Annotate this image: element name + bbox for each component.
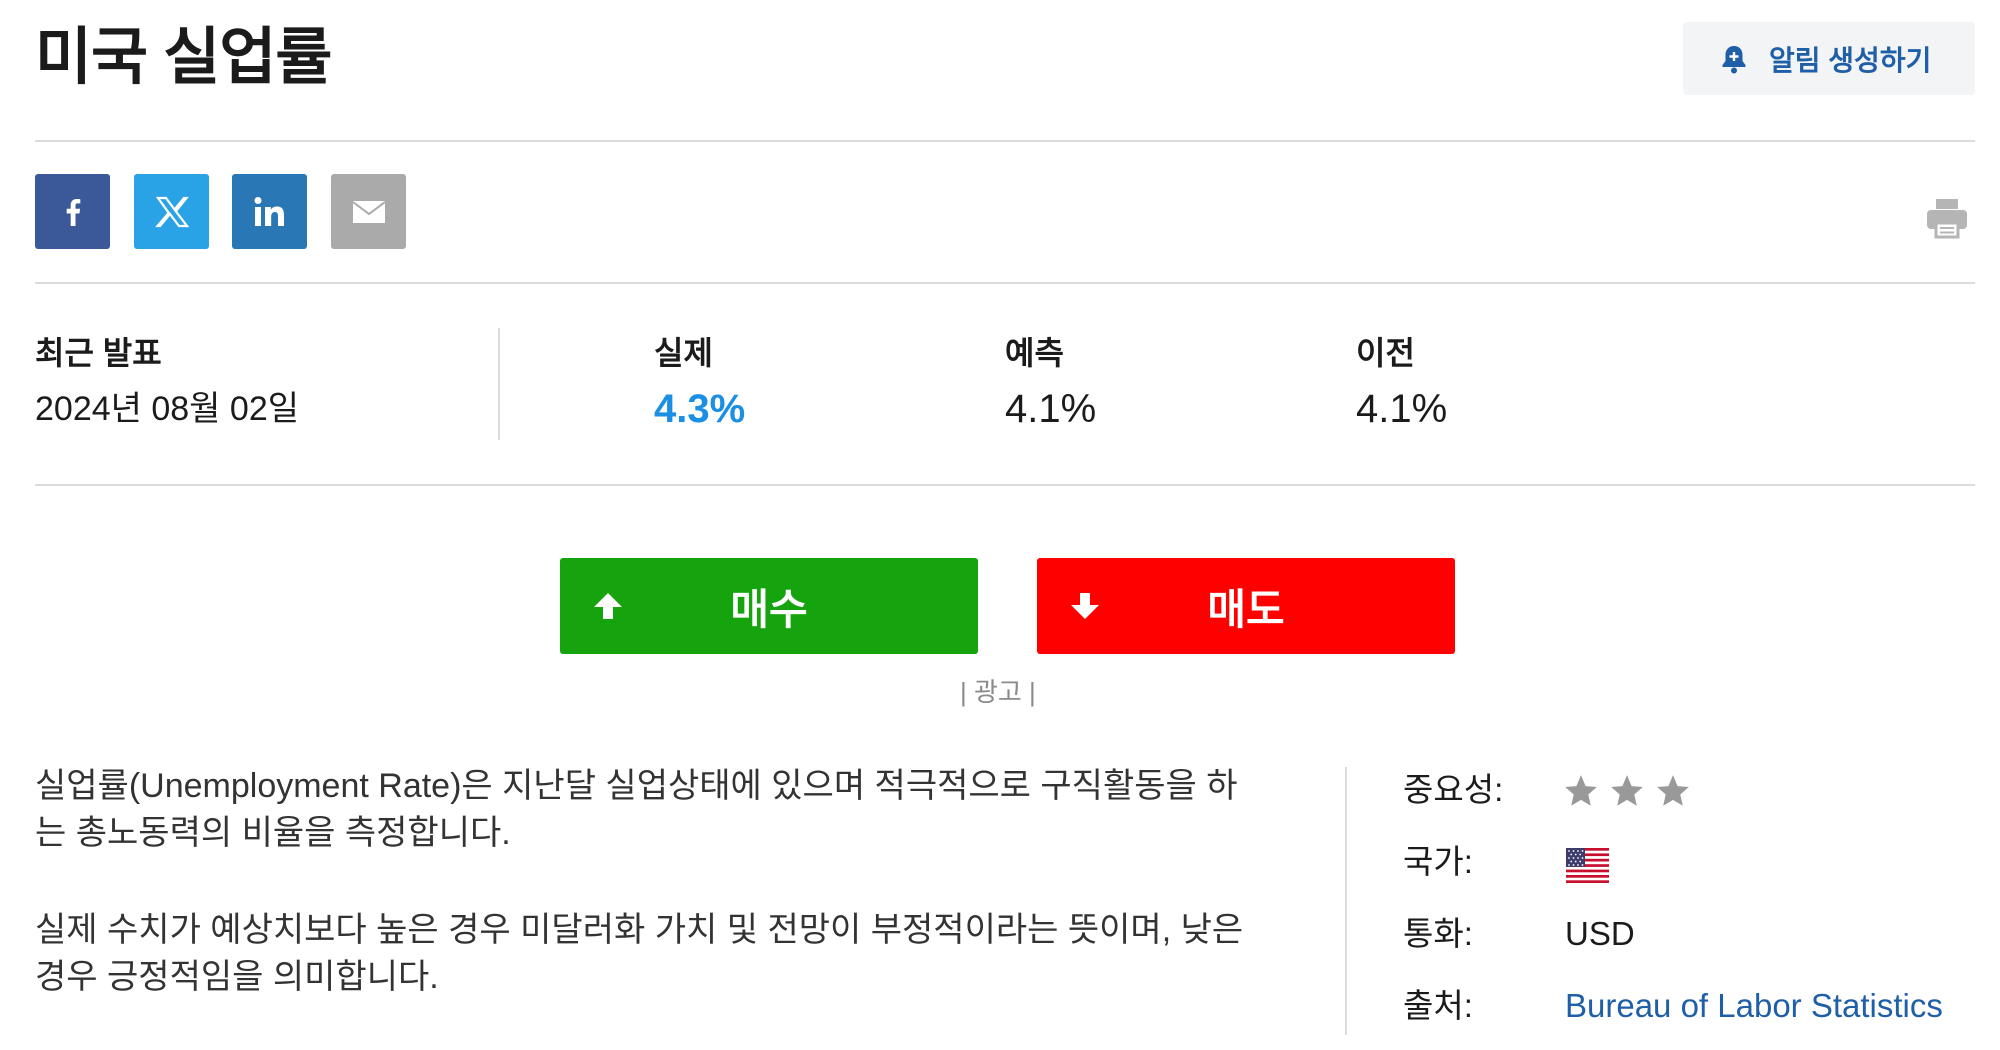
email-icon (351, 200, 386, 223)
metric-value: 4.1% (1356, 387, 1448, 431)
divider (35, 484, 1975, 486)
us-flag-icon (1566, 848, 1609, 883)
create-alert-label: 알림 생성하기 (1769, 44, 1932, 76)
metric-label: 예측 (1005, 335, 1064, 371)
metric-actual: 실제 4.3% (654, 333, 745, 433)
x-share-button[interactable] (134, 174, 209, 249)
vertical-divider (498, 328, 500, 440)
facebook-share-button[interactable] (35, 174, 110, 249)
divider (35, 282, 1975, 284)
vertical-divider (1345, 767, 1347, 1035)
latest-release-label: 최근 발표 (35, 335, 162, 371)
metric-previous: 이전 4.1% (1356, 333, 1447, 433)
page-title: 미국 실업률 (35, 23, 332, 92)
linkedin-share-button[interactable] (232, 174, 307, 249)
metric-label: 이전 (1356, 335, 1415, 371)
metric-value: 4.3% (654, 387, 746, 431)
create-alert-button[interactable]: 알림 생성하기 (1683, 22, 1975, 95)
star-icon (1657, 775, 1689, 806)
description: 실업률(Unemployment Rate)은 지난달 실업상태에 있으며 적극… (35, 763, 1265, 1001)
printer-icon[interactable] (1925, 196, 1969, 240)
star-icon (1611, 775, 1643, 806)
country-label: 국가: (1403, 843, 1473, 880)
metric-value: 4.1% (1005, 387, 1097, 431)
linkedin-icon (254, 196, 284, 226)
importance-stars (1562, 772, 1692, 810)
email-share-button[interactable] (331, 174, 406, 249)
facebook-icon (66, 198, 80, 226)
source-link[interactable]: Bureau of Labor Statistics (1565, 984, 1943, 1028)
currency-label: 통화: (1403, 915, 1473, 952)
star-icon (1565, 775, 1597, 806)
metric-forecast: 예측 4.1% (1005, 333, 1096, 433)
divider (35, 140, 1975, 142)
arrow-down-icon (1071, 593, 1099, 619)
currency-value: USD (1565, 915, 1635, 952)
importance-label: 중요성: (1403, 771, 1504, 808)
ad-label: | 광고 | (960, 677, 1036, 707)
description-paragraph: 실제 수치가 예상치보다 높은 경우 미달러화 가치 및 전망이 부정적이라는 … (35, 911, 1244, 996)
bell-icon (1722, 45, 1746, 73)
description-paragraph: 실업률(Unemployment Rate)은 지난달 실업상태에 있으며 적극… (35, 767, 1238, 852)
latest-release: 최근 발표 2024년 08월 02일 (35, 333, 299, 431)
x-icon (154, 196, 189, 227)
source-label: 출처: (1403, 987, 1473, 1024)
buy-button[interactable]: 매수 (560, 558, 978, 654)
latest-release-date: 2024년 08월 02일 (35, 390, 300, 428)
metric-label: 실제 (654, 335, 713, 371)
arrow-up-icon (594, 593, 622, 619)
sell-button[interactable]: 매도 (1037, 558, 1455, 654)
